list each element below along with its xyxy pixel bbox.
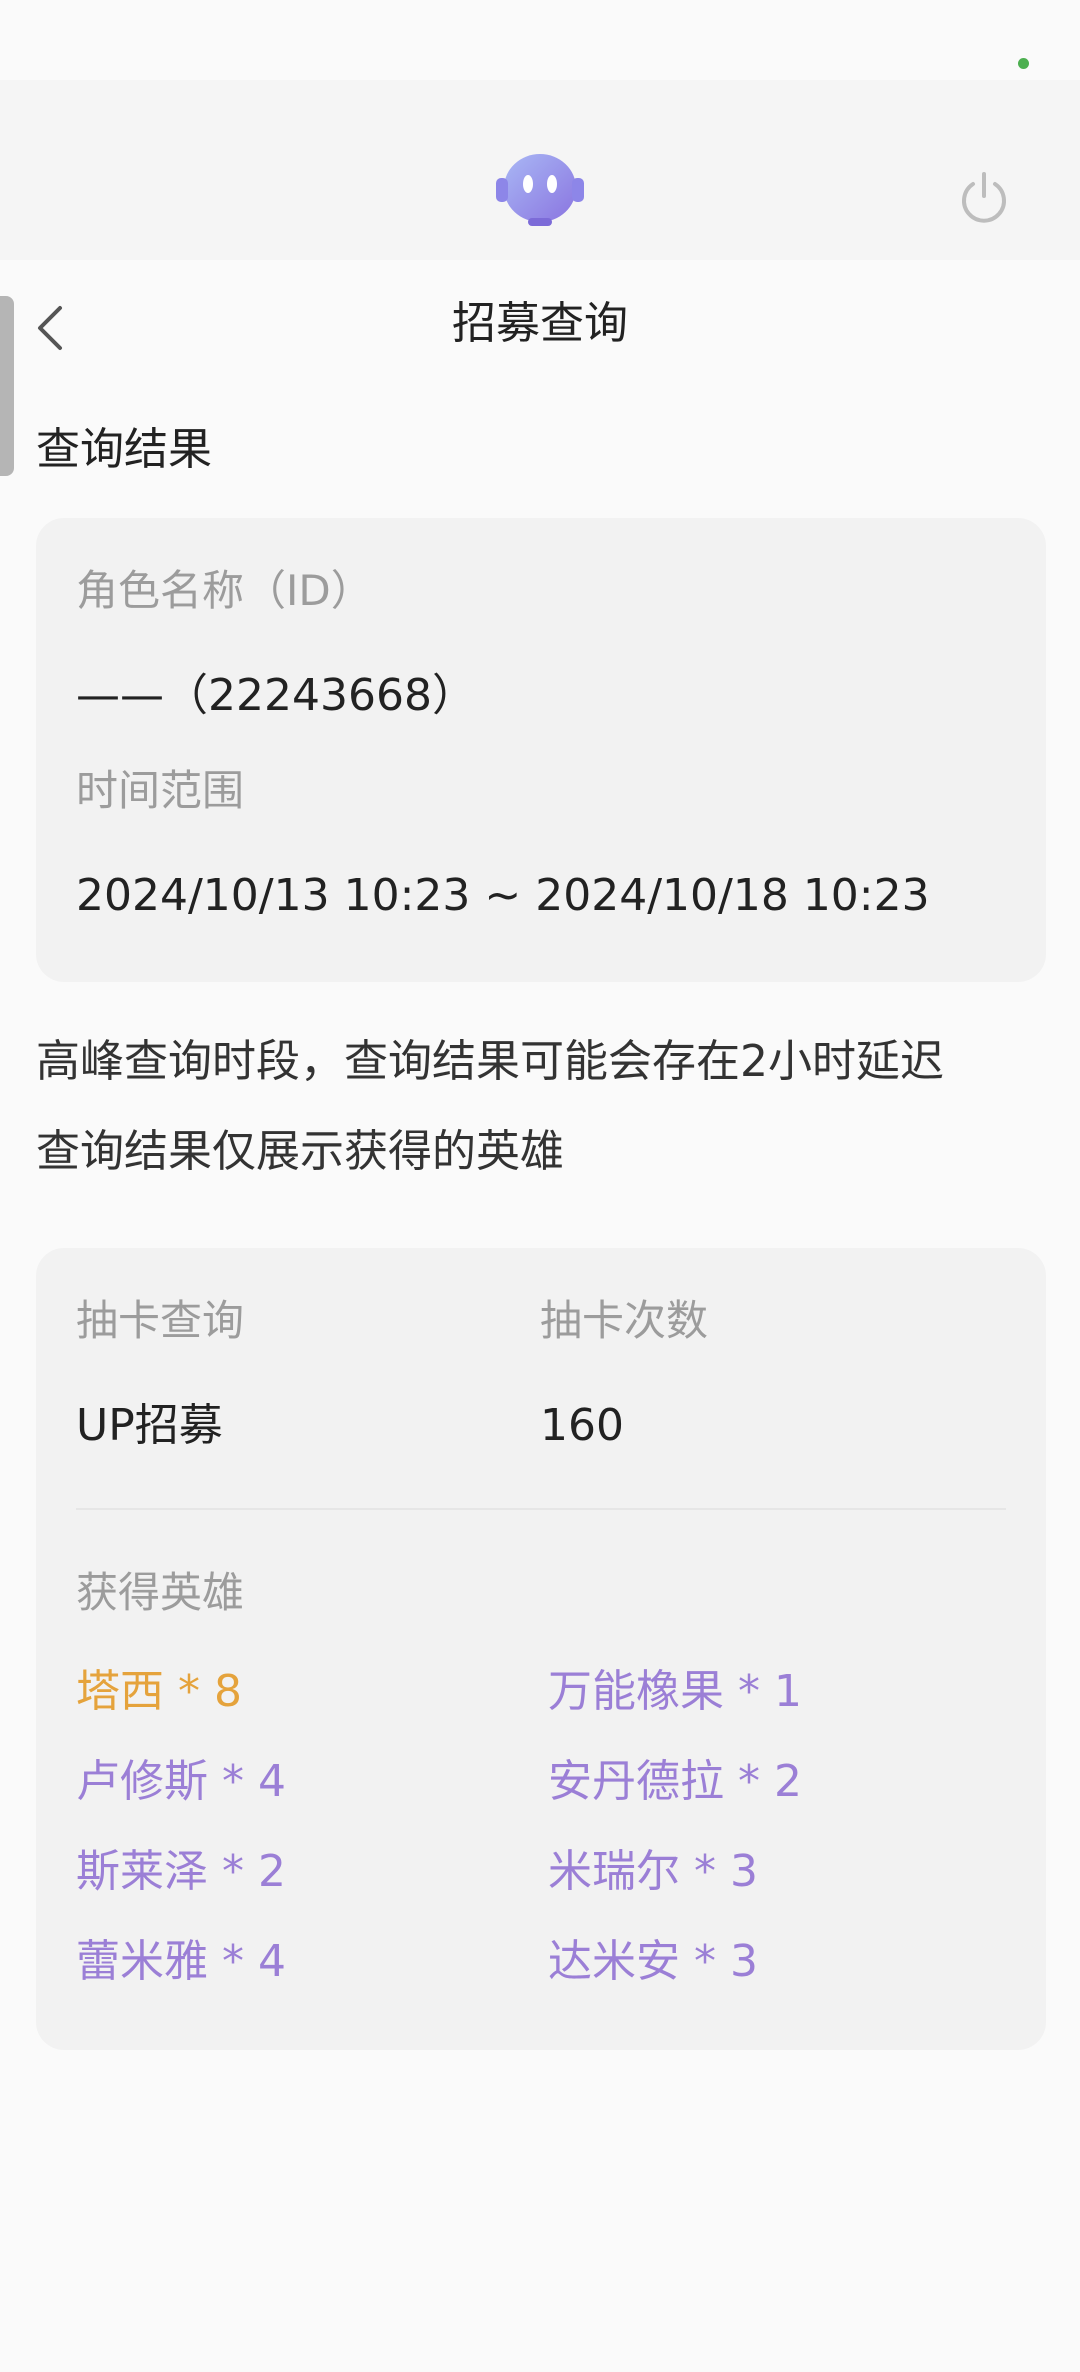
hero-item: 万能橡果 * 1 xyxy=(548,1666,802,1717)
section-title: 查询结果 xyxy=(36,424,212,475)
role-info-card: 角色名称（ID） ——（22243668） 时间范围 2024/10/13 10… xyxy=(36,518,1046,982)
recruit-query-page: 招募查询 查询结果 角色名称（ID） ——（22243668） 时间范围 202… xyxy=(0,0,1080,2372)
draw-type-label: 抽卡查询 xyxy=(76,1296,245,1345)
draw-count-label: 抽卡次数 xyxy=(540,1296,709,1345)
robot-assistant-icon[interactable] xyxy=(494,146,586,232)
time-range-label: 时间范围 xyxy=(76,766,245,815)
delay-note: 高峰查询时段，查询结果可能会存在2小时延迟 xyxy=(36,1036,944,1087)
heroes-label: 获得英雄 xyxy=(76,1568,245,1617)
hero-item: 斯莱泽 * 2 xyxy=(76,1846,286,1897)
hero-item: 蕾米雅 * 4 xyxy=(76,1936,286,1987)
time-range-value: 2024/10/13 10:23 ~ 2024/10/18 10:23 xyxy=(76,870,930,921)
role-label: 角色名称（ID） xyxy=(76,566,373,615)
power-icon[interactable] xyxy=(958,170,1010,224)
draw-type-value: UP招募 xyxy=(76,1400,223,1451)
hero-item: 卢修斯 * 4 xyxy=(76,1756,286,1807)
page-title: 招募查询 xyxy=(452,298,628,349)
hero-item: 米瑞尔 * 3 xyxy=(548,1846,758,1897)
role-value: ——（22243668） xyxy=(76,670,476,721)
draw-result-card: 抽卡查询 抽卡次数 UP招募 160 获得英雄 塔西 * 8 万能橡果 * 1 … xyxy=(36,1248,1046,2050)
hero-item: 达米安 * 3 xyxy=(548,1936,758,1987)
heroes-only-note: 查询结果仅展示获得的英雄 xyxy=(36,1126,564,1177)
status-indicator-dot xyxy=(1018,58,1029,69)
draw-count-value: 160 xyxy=(540,1400,624,1451)
hero-item-highlight: 塔西 * 8 xyxy=(76,1666,242,1717)
divider xyxy=(76,1508,1006,1510)
hero-item: 安丹德拉 * 2 xyxy=(548,1756,802,1807)
